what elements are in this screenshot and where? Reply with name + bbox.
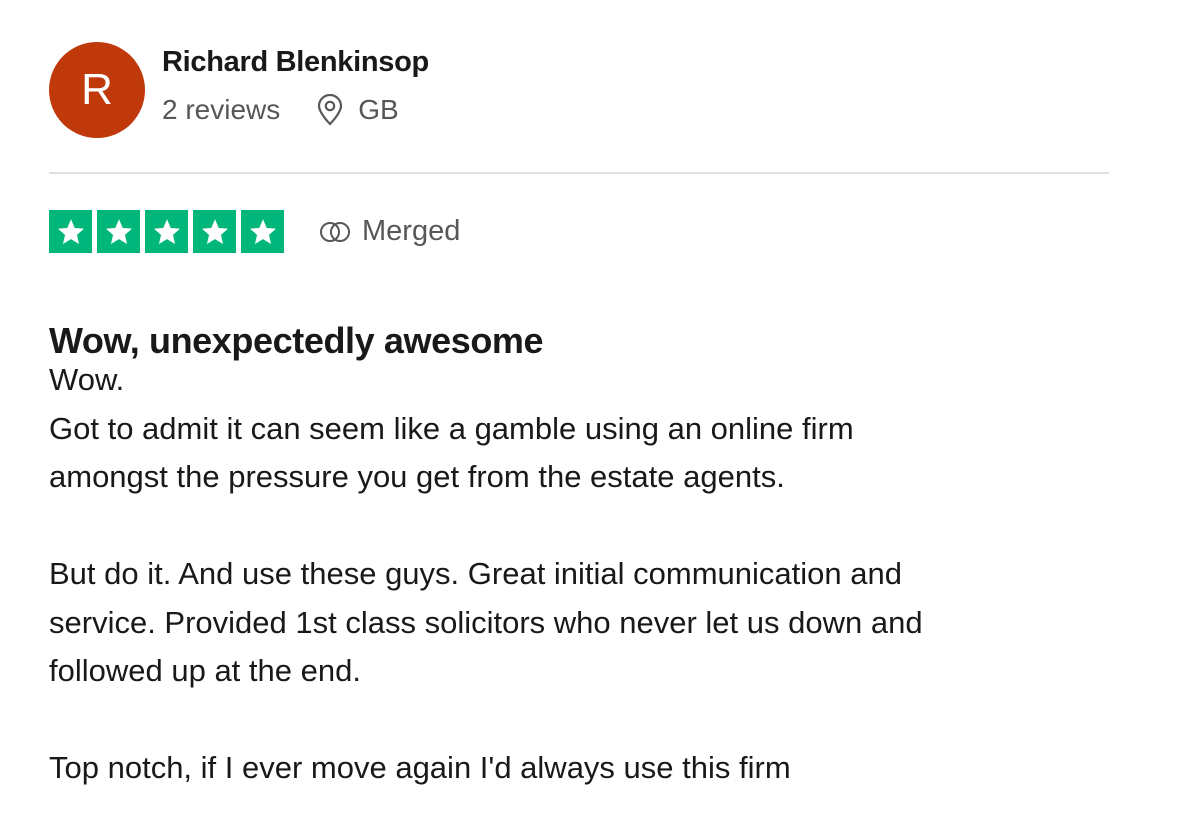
review-text-line: Wow. <box>49 362 125 397</box>
avatar[interactable]: R <box>49 42 145 138</box>
review-text-line: Top notch, if I ever move again I'd alwa… <box>49 750 791 785</box>
consumer-meta: 2 reviews GB <box>162 94 399 126</box>
star-rating <box>49 210 284 253</box>
star-icon <box>145 210 188 253</box>
star-icon <box>193 210 236 253</box>
review-card: R Richard Blenkinsop 2 reviews GB Merged… <box>0 0 1192 826</box>
merged-label: Merged <box>362 215 461 247</box>
review-text-line: Got to admit it can seem like a gamble u… <box>49 410 854 446</box>
rating-row: Merged <box>49 210 460 253</box>
review-body: Wow. Got to admit it can seem like a gamb… <box>49 356 1139 793</box>
star-icon <box>241 210 284 253</box>
merged-rings-icon <box>318 221 352 243</box>
location-pin-icon <box>316 94 344 126</box>
review-text-line: followed up at the end. <box>49 653 361 688</box>
star-icon <box>97 210 140 253</box>
review-text-line: service. Provided 1st class solicitors w… <box>49 604 923 640</box>
merged-badge: Merged <box>318 215 460 248</box>
star-icon <box>49 210 92 253</box>
review-text-line: But do it. And use these guys. Great ini… <box>49 556 902 591</box>
avatar-initial: R <box>81 65 113 114</box>
consumer-name[interactable]: Richard Blenkinsop <box>162 46 429 79</box>
review-text-line: amongst the pressure you get from the es… <box>49 459 785 494</box>
country-code: GB <box>358 94 399 125</box>
review-count: 2 reviews <box>162 94 281 125</box>
divider <box>49 172 1109 174</box>
